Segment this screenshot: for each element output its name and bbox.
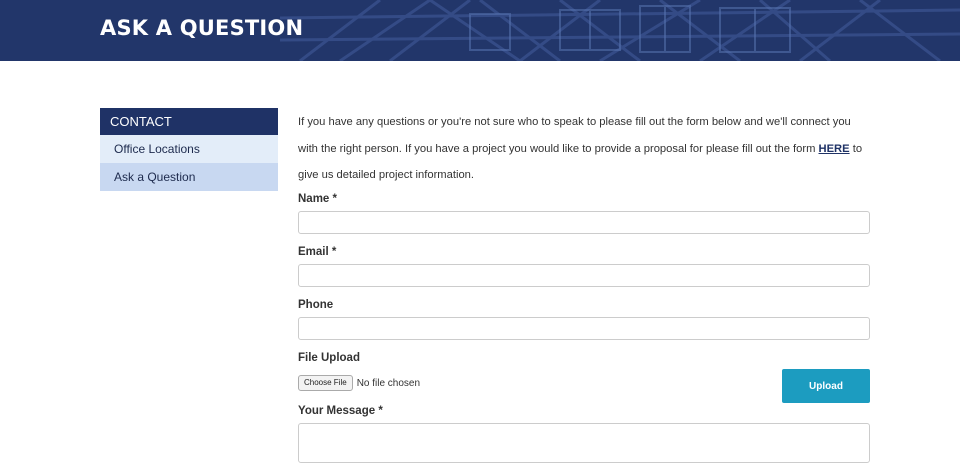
message-textarea[interactable] (298, 423, 870, 463)
email-input[interactable] (298, 264, 870, 287)
intro-paragraph: If you have any questions or you're not … (298, 109, 870, 189)
proposal-form-link[interactable]: HERE (819, 143, 850, 155)
phone-label: Phone (298, 299, 334, 311)
page-banner: ASK A QUESTION (0, 0, 960, 61)
intro-section: If you have any questions or you're not … (298, 109, 870, 189)
sidebar-heading: CONTACT (100, 108, 278, 135)
contact-sidebar: CONTACT Office Locations Ask a Question (100, 108, 278, 191)
sidebar-item-office-locations[interactable]: Office Locations (100, 135, 278, 163)
choose-file-button[interactable]: Choose File (298, 375, 353, 391)
page-title: ASK A QUESTION (100, 16, 304, 40)
file-upload-label: File Upload (298, 352, 360, 364)
name-input[interactable] (298, 211, 870, 234)
message-label: Your Message * (298, 405, 383, 417)
upload-button[interactable]: Upload (782, 369, 870, 403)
intro-text: If you have any questions or you're not … (298, 116, 851, 155)
name-label: Name * (298, 193, 337, 205)
sidebar-item-ask-a-question[interactable]: Ask a Question (100, 163, 278, 191)
file-picker: Choose File No file chosen (298, 375, 420, 391)
email-label: Email * (298, 246, 337, 258)
file-status: No file chosen (356, 377, 421, 389)
phone-input[interactable] (298, 317, 870, 340)
